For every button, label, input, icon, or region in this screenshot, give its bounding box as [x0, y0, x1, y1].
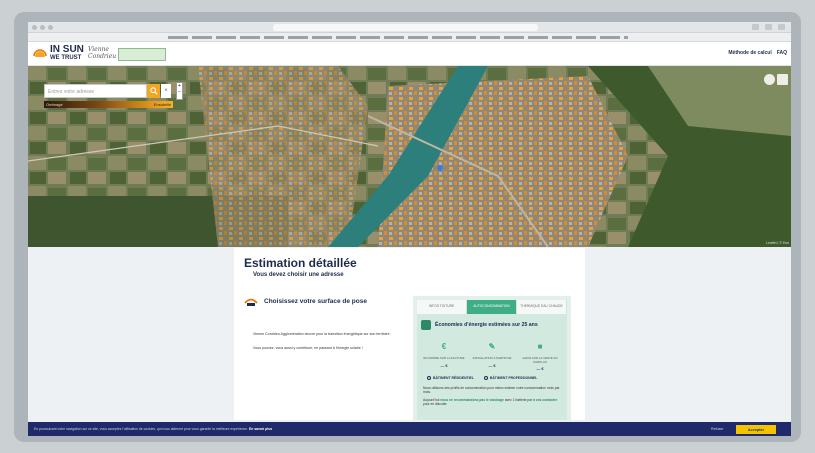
header-nav: Méthode de calcul FAQ — [728, 50, 787, 56]
storage-text: Aujourd'hui nous ne recommandons pas le … — [423, 398, 561, 407]
roof-sun-icon — [244, 298, 258, 306]
tab-autoconsommation[interactable]: AUTOCONSOMMATION — [467, 300, 517, 314]
logo-line-2: WE TRUST — [50, 55, 82, 61]
cookie-banner: En poursuivant votre navigation sur ce s… — [28, 422, 791, 436]
storage-highlight: nous ne recommandons pas le stockage — [440, 398, 504, 402]
map-attribution[interactable]: Leaflet | © Esri — [766, 241, 789, 245]
tab-infos-toiture[interactable]: INFOS TOITURE — [417, 300, 467, 314]
radio-professionnel[interactable]: BÂTIMENT PROFESSIONNEL — [483, 376, 538, 380]
search-icon — [149, 87, 158, 95]
savings-column: € ÉCONOMIE SUR LA FACTURE --- € — [423, 336, 465, 371]
radio-residentiel[interactable]: BÂTIMENT RÉSIDENTIEL — [427, 376, 474, 380]
nav-methode[interactable]: Méthode de calcul — [728, 50, 771, 56]
zoom-out-button[interactable]: − — [177, 89, 182, 95]
profile-text: Nous utilisons des profils de consommati… — [423, 386, 560, 395]
storage-rest: avec 1 batterie par — [504, 398, 533, 402]
intro-paragraph: Vienne Condrieu Agglomération œuvre pour… — [253, 332, 391, 336]
savings-heading: Économies d'énergie estimées sur 25 ans — [421, 320, 538, 330]
page-title: Estimation détaillée — [244, 256, 357, 270]
surplus-column-value: --- € — [536, 366, 544, 372]
installation-column-label: INSTALLATION À PARTIR DE — [472, 356, 512, 360]
estimation-card: Estimation détaillée Vous devez choisir … — [234, 248, 585, 420]
partner-name: Vienne Condrieu — [88, 46, 116, 60]
cookie-message: En poursuivant votre navigation sur ce s… — [34, 427, 249, 431]
legend-low-label: Ombragé — [46, 102, 63, 107]
euro-icon: € — [441, 342, 447, 351]
savings-column-label: ÉCONOMIE SUR LA FACTURE — [423, 356, 465, 360]
savings-column-value: --- € — [440, 362, 448, 368]
clear-search-button[interactable]: × — [161, 84, 171, 98]
grant-icon: ■ — [537, 342, 543, 351]
site-logo[interactable]: IN SUN WE TRUST — [50, 45, 84, 62]
search-button[interactable] — [147, 84, 160, 98]
browser-actions[interactable] — [752, 24, 785, 30]
site-header: IN SUN WE TRUST Vienne Condrieu Méthode … — [28, 42, 791, 66]
surplus-column: ■ GAINS SUR LA VENTE DU SURPLUS --- € — [519, 336, 561, 372]
nav-faq[interactable]: FAQ — [777, 50, 787, 56]
autoconsommation-content: Économies d'énergie estimées sur 25 ans … — [417, 314, 567, 420]
cookie-text: En poursuivant votre navigation sur ce s… — [34, 427, 272, 431]
locate-icon[interactable] — [764, 74, 775, 85]
surplus-column-label: GAINS SUR LA VENTE DU SURPLUS — [522, 356, 558, 364]
browser-window: IN SUN WE TRUST Vienne Condrieu Méthode … — [28, 22, 791, 436]
cta-paragraph: Vous pouvez, vous aussi y contribuer, en… — [253, 346, 363, 350]
radio-residentiel-label: BÂTIMENT RÉSIDENTIEL — [433, 376, 474, 380]
accept-cookies-button[interactable]: Accepter — [736, 425, 776, 434]
refuse-cookies-button[interactable]: Refuser — [711, 427, 724, 431]
sunlight-legend: Ombragé Ensoleillé — [44, 101, 173, 108]
map-tools — [764, 74, 788, 85]
layers-icon[interactable] — [777, 74, 788, 85]
savings-title: Économies d'énergie estimées sur 25 ans — [435, 322, 538, 328]
address-search-input[interactable]: Entrez votre adresse — [44, 84, 147, 98]
solar-map[interactable]: Entrez votre adresse × + − Ombragé Ensol… — [28, 66, 791, 247]
address-bar[interactable] — [273, 24, 538, 31]
savings-icon — [421, 320, 431, 330]
browser-titlebar — [28, 22, 791, 33]
tools-icon: ✎ — [488, 342, 496, 351]
installation-column: ✎ INSTALLATION À PARTIR DE --- € — [471, 336, 513, 371]
contact-rest: pour en discuter. — [423, 402, 448, 407]
storage-prefix: Aujourd'hui — [423, 398, 440, 402]
partner-logo — [118, 48, 166, 61]
radio-circle-icon — [427, 376, 431, 380]
sun-logo-icon[interactable] — [32, 46, 48, 62]
cookie-learn-more-link[interactable]: En savoir plus — [249, 427, 272, 431]
address-required-notice: Vous devez choisir une adresse — [253, 272, 344, 278]
surface-step: Choisissez votre surface de pose — [244, 295, 367, 307]
radio-professionnel-label: BÂTIMENT PROFESSIONNEL — [489, 376, 538, 380]
legend-high-label: Ensoleillé — [153, 102, 171, 107]
savings-columns: € ÉCONOMIE SUR LA FACTURE --- € ✎ INSTAL… — [423, 336, 561, 372]
estimation-tabs: INFOS TOITURE AUTOCONSOMMATION THERMIQUE… — [417, 300, 567, 314]
zoom-control[interactable]: + − — [176, 82, 183, 100]
estimation-panel: INFOS TOITURE AUTOCONSOMMATION THERMIQUE… — [413, 296, 571, 420]
building-type-options: BÂTIMENT RÉSIDENTIEL BÂTIMENT PROFESSION… — [427, 376, 537, 380]
partner-line-2: Condrieu — [88, 53, 117, 60]
tab-thermique[interactable]: THERMIQUE EAU CHAUDE — [517, 300, 567, 314]
radio-circle-icon — [483, 376, 488, 380]
contact-link[interactable]: à vos contacter — [533, 398, 557, 402]
bookmark-items[interactable] — [168, 36, 628, 39]
partner-line-1: Vienne — [88, 46, 109, 53]
surface-step-label: Choisissez votre surface de pose — [264, 297, 367, 305]
installation-column-value: --- € — [488, 362, 496, 368]
window-controls[interactable] — [32, 25, 53, 30]
bookmarks-bar[interactable] — [28, 33, 791, 42]
